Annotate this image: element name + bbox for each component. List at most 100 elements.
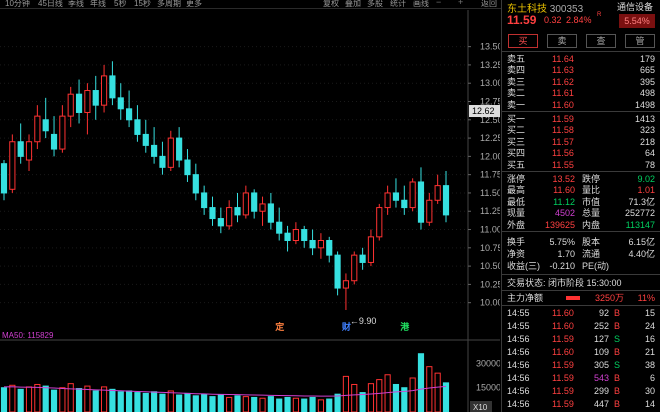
candle[interactable] [342,273,350,310]
candlestick-chart[interactable]: 13.5013.2513.0012.7512.5012.2512.0011.75… [0,10,500,412]
candle[interactable] [75,79,83,124]
price-change-pct: 2.84% [566,15,592,25]
candle[interactable] [401,185,408,215]
candle-body [184,159,191,176]
candle[interactable] [259,196,266,226]
candle[interactable] [9,134,16,193]
candle[interactable] [367,229,375,267]
candle[interactable] [326,236,333,263]
candle[interactable] [117,83,124,120]
period-3[interactable]: 年线 [90,0,106,8]
event-marker[interactable]: 财 [341,321,351,333]
candle[interactable] [242,185,249,219]
candle[interactable] [142,119,149,153]
order-book-bid-row[interactable]: 买五 11.55 78 [502,159,660,171]
zoom-in-icon[interactable]: + [458,0,463,7]
order-book-ask-row[interactable]: 卖二 11.61 498 [502,87,660,99]
candle[interactable] [226,200,233,230]
order-book-ask-row[interactable]: 卖五 11.64 179 [502,53,660,65]
candle[interactable] [409,178,416,212]
candle[interactable] [276,207,283,241]
candle[interactable] [59,105,66,153]
candle[interactable] [17,123,24,164]
toolbar-item-1[interactable]: 叠加 [345,0,361,8]
volume-bar [9,384,16,412]
tick-count: 21 [644,347,655,357]
period-2[interactable]: 季线 [68,0,84,8]
order-book-bid-row[interactable]: 买一 11.59 1413 [502,113,660,125]
candle[interactable] [167,130,174,171]
volume-bar [334,393,341,412]
candle[interactable] [25,134,33,171]
tick-row: 14:56 11.59 305 S 38 [502,359,660,371]
candle[interactable] [351,251,358,285]
candle[interactable] [184,149,191,182]
candle[interactable] [284,225,291,252]
candle[interactable] [384,185,391,215]
candle[interactable] [301,225,308,248]
toolbar-item-4[interactable]: 画线 [413,0,429,8]
toolbar-item-7[interactable]: 返回 [481,0,497,8]
candle[interactable] [442,171,450,223]
candle[interactable] [309,229,316,256]
candle[interactable] [376,203,383,241]
candle[interactable] [251,189,258,219]
candle[interactable] [34,105,41,150]
candle[interactable] [134,105,141,142]
candle[interactable] [84,83,91,135]
candle[interactable] [417,167,425,230]
candle[interactable] [50,116,58,157]
toolbar-item-3[interactable]: 统计 [390,0,406,8]
candle[interactable] [159,141,166,175]
candle[interactable] [209,196,216,226]
candle[interactable] [201,185,208,215]
tick-row: 14:56 11.59 127 S 16 [502,333,660,345]
candle[interactable] [434,174,441,204]
candle[interactable] [217,207,224,234]
candle[interactable] [192,163,199,201]
candle[interactable] [234,192,241,223]
bid-price: 11.58 [552,125,574,136]
candle[interactable] [151,127,158,164]
candle[interactable] [67,86,74,128]
candle[interactable] [426,192,433,226]
stat-label: 最低 [507,196,526,207]
order-book-ask-row[interactable]: 卖四 11.63 665 [502,64,660,76]
sell-button[interactable]: 卖 [547,34,577,48]
zoom-out-icon[interactable]: − [436,0,441,7]
period-7[interactable]: 更多 [186,0,202,8]
order-book-ask-row[interactable]: 卖一 11.60 1498 [502,99,660,111]
period-1[interactable]: 45日线 [38,0,63,8]
manage-button[interactable]: 管 [625,34,655,48]
candle[interactable] [292,222,299,245]
event-marker[interactable]: 港 [400,321,410,333]
period-0[interactable]: 10分钟 [5,0,30,8]
candle[interactable] [392,178,400,208]
candle[interactable] [126,90,133,128]
candle[interactable] [100,64,108,113]
sector-name[interactable]: 通信设备 [617,0,653,13]
stat-value: 13.52 [552,174,575,184]
order-book-ask-row[interactable]: 卖三 11.62 395 [502,76,660,88]
candle[interactable] [0,160,8,201]
candle[interactable] [334,251,341,296]
candle[interactable] [42,97,49,139]
candle[interactable] [109,61,116,106]
candle[interactable] [92,75,99,120]
order-book-bid-row[interactable]: 买二 11.58 323 [502,124,660,136]
event-marker[interactable]: 定 [274,321,285,333]
order-book-bid-row[interactable]: 买三 11.57 218 [502,136,660,148]
toolbar-item-0[interactable]: 复权 [323,0,339,8]
period-4[interactable]: 5秒 [114,0,126,8]
period-6[interactable]: 多周期 [157,0,181,8]
candle[interactable] [176,127,183,168]
period-5[interactable]: 15秒 [134,0,151,8]
toolbar-item-2[interactable]: 多股 [367,0,383,8]
query-button[interactable]: 查 [586,34,616,48]
order-book-bid-row[interactable]: 买四 11.56 64 [502,147,660,159]
candle[interactable] [267,192,274,230]
buy-button[interactable]: 买 [508,34,538,48]
candle[interactable] [317,233,324,259]
stat-value: 1.01 [637,185,655,196]
main-flow-row[interactable]: 主力净额 3250万 11% [502,292,660,304]
